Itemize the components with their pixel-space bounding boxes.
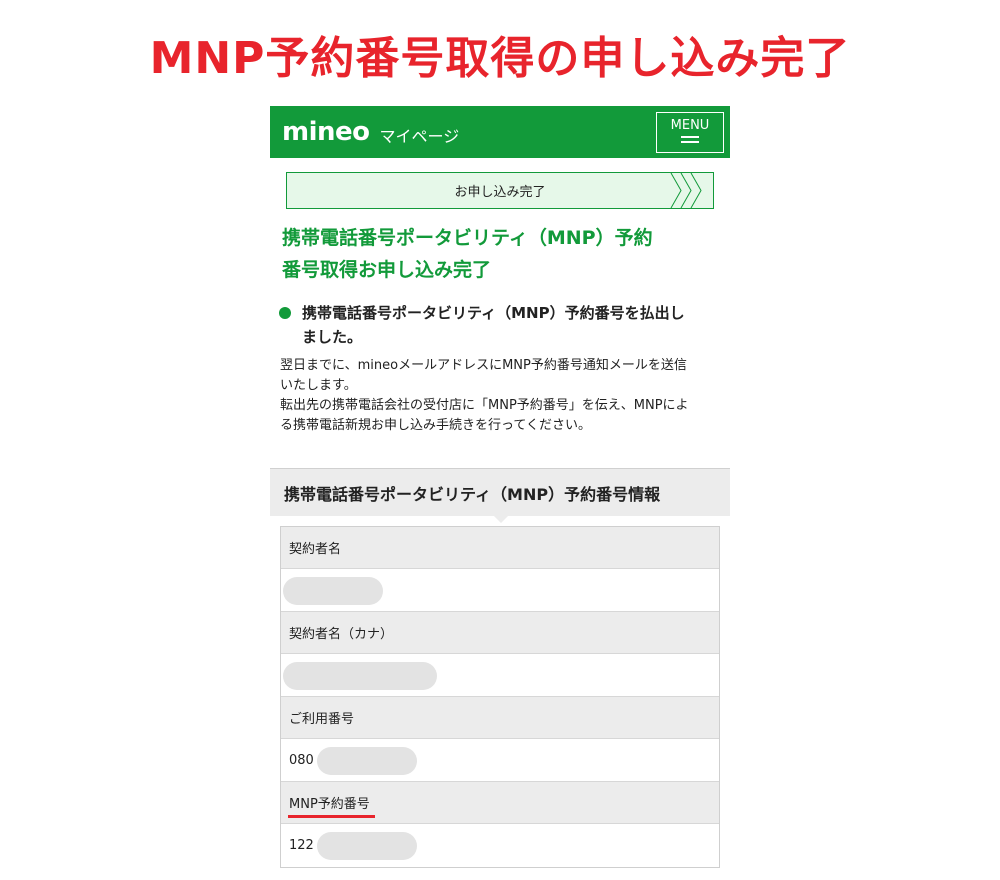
description-line2: いたします。 bbox=[280, 378, 357, 393]
notice-line2: ました。 bbox=[302, 328, 363, 346]
step-indicator: お申し込み完了 bbox=[286, 172, 714, 209]
redaction-mask bbox=[283, 662, 437, 690]
completion-notice: 携帯電話番号ポータビリティ（MNP）予約番号を払出し ました。 bbox=[278, 301, 724, 349]
mobile-screen: mineo マイページ MENU お申し込み完了 携帯電話番号ポータビリティ（M… bbox=[270, 106, 730, 880]
row-phone-number-label: ご利用番号 bbox=[281, 697, 719, 739]
top-bar: mineo マイページ MENU bbox=[270, 106, 730, 158]
page-title-line2: 番号取得お申し込み完了 bbox=[282, 259, 492, 281]
field-value: 080 bbox=[289, 752, 314, 768]
description-line4: る携帯電話新規お申し込み手続きを行ってください。 bbox=[280, 418, 591, 433]
page-title-line1: 携帯電話番号ポータビリティ（MNP）予約 bbox=[282, 227, 653, 249]
chevron-right-icon bbox=[670, 173, 702, 208]
menu-label: MENU bbox=[670, 118, 710, 133]
notice-line1: 携帯電話番号ポータビリティ（MNP）予約番号を払出し bbox=[302, 304, 685, 322]
row-contract-kana-value bbox=[281, 654, 719, 697]
redaction-mask bbox=[283, 577, 383, 605]
row-contract-kana-label: 契約者名（カナ） bbox=[281, 612, 719, 654]
description: 翌日までに、mineoメールアドレスにMNP予約番号通知メールを送信 いたします… bbox=[280, 356, 726, 436]
menu-button[interactable]: MENU bbox=[656, 112, 724, 153]
bullet-icon bbox=[279, 307, 291, 319]
field-label: 契約者名 bbox=[289, 542, 342, 557]
redaction-mask bbox=[317, 832, 417, 860]
info-section-title: 携帯電話番号ポータビリティ（MNP）予約番号情報 bbox=[270, 468, 730, 516]
description-line1: 翌日までに、mineoメールアドレスにMNP予約番号通知メールを送信 bbox=[280, 358, 687, 373]
field-label: 契約者名（カナ） bbox=[289, 627, 394, 642]
redaction-mask bbox=[317, 747, 417, 775]
step-current-label: お申し込み完了 bbox=[454, 185, 546, 200]
down-pointer-icon bbox=[492, 514, 510, 523]
hamburger-icon bbox=[681, 136, 699, 143]
row-mnp-number-label: MNP予約番号 bbox=[281, 782, 719, 824]
row-contract-name-value bbox=[281, 569, 719, 612]
description-line3: 転出先の携帯電話会社の受付店に「MNP予約番号」を伝え、MNPによ bbox=[280, 398, 689, 413]
field-label: MNP予約番号 bbox=[289, 797, 370, 812]
row-contract-name-label: 契約者名 bbox=[281, 527, 719, 569]
row-mnp-number-value: 122 bbox=[281, 824, 719, 867]
page-title: 携帯電話番号ポータビリティ（MNP）予約 番号取得お申し込み完了 bbox=[282, 222, 722, 286]
mineo-logo[interactable]: mineo bbox=[282, 117, 370, 147]
info-table: 契約者名 契約者名（カナ） ご利用番号 080 MNP予約番号 122 bbox=[280, 526, 720, 868]
mypage-label: マイページ bbox=[379, 127, 460, 146]
field-value: 122 bbox=[289, 838, 314, 853]
highlight-underline bbox=[288, 815, 375, 818]
headline: MNP予約番号取得の申し込み完了 bbox=[149, 33, 851, 84]
row-phone-number-value: 080 bbox=[281, 739, 719, 782]
field-label: ご利用番号 bbox=[289, 712, 355, 727]
